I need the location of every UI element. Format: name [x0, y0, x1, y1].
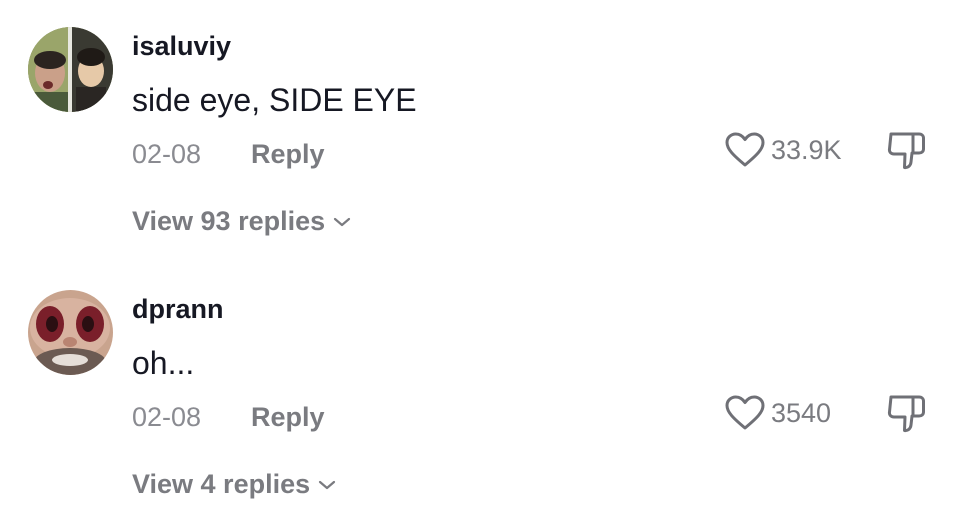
- comment-item: dprann oh... 02-08 Reply 3540 View 4 rep…: [0, 263, 960, 513]
- thumbs-down-outline-icon: [887, 132, 925, 170]
- username[interactable]: isaluviy: [132, 31, 231, 62]
- dislike-button[interactable]: [885, 393, 929, 435]
- dislike-button[interactable]: [885, 130, 929, 172]
- heart-outline-icon: [725, 132, 765, 167]
- thumbs-down-outline-icon: [887, 395, 925, 433]
- view-replies-label: View 4 replies: [132, 469, 311, 499]
- avatar[interactable]: [28, 27, 113, 112]
- reply-button[interactable]: Reply: [251, 402, 325, 433]
- username[interactable]: dprann: [132, 294, 224, 325]
- like-count: 33.9K: [771, 134, 842, 165]
- user-avatar-photo: [28, 27, 113, 112]
- like-button[interactable]: 3540: [725, 395, 831, 431]
- heart-outline-icon: [725, 395, 765, 430]
- avatar[interactable]: [28, 290, 113, 375]
- comment-text: side eye, SIDE EYE: [132, 82, 417, 118]
- view-replies-button[interactable]: View 4 replies: [132, 469, 336, 500]
- comment-date: 02-08: [132, 402, 202, 432]
- like-button[interactable]: 33.9K: [725, 132, 842, 168]
- reply-button[interactable]: Reply: [251, 139, 325, 170]
- comment-text: oh...: [132, 345, 195, 381]
- chevron-down-icon: [334, 217, 351, 226]
- comment-item: isaluviy side eye, SIDE EYE 02-08 Reply …: [0, 0, 960, 250]
- view-replies-label: View 93 replies: [132, 206, 326, 236]
- comment-date: 02-08: [132, 139, 202, 169]
- view-replies-button[interactable]: View 93 replies: [132, 206, 351, 237]
- chevron-down-icon: [319, 480, 336, 489]
- user-avatar-photo: [28, 290, 113, 375]
- like-count: 3540: [771, 397, 832, 428]
